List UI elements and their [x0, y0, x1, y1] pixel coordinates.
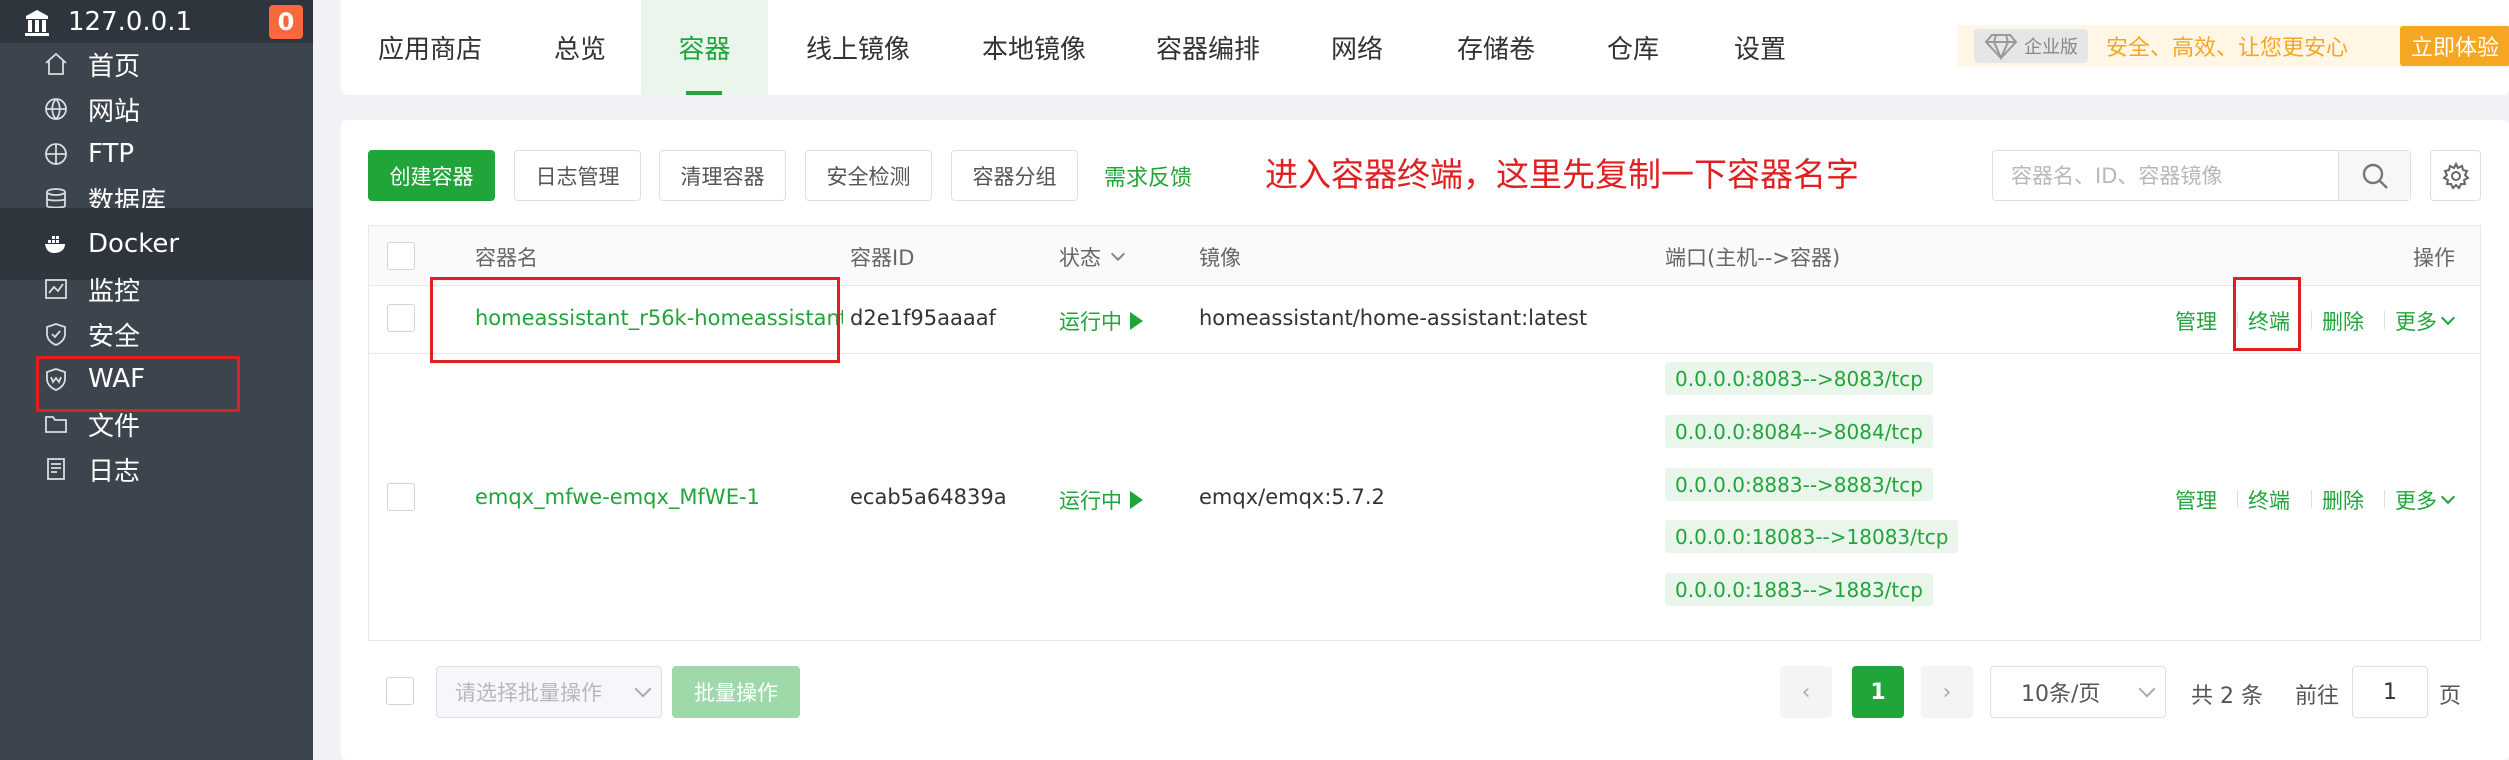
- header-ports: 端口(主机-->容器): [1665, 246, 1841, 270]
- manage-link[interactable]: 管理: [2175, 485, 2217, 515]
- goto-label: 前往: [2295, 684, 2340, 709]
- tab-registry[interactable]: 仓库: [1607, 0, 1659, 95]
- enterprise-chip-label: 企业版: [2024, 37, 2078, 58]
- more-label: 更多: [2395, 489, 2437, 513]
- sidebar: 127.0.0.1 0 首页 网站 FTP 数据库 Docker 监控 安全 W…: [0, 0, 313, 760]
- gear-icon: [2441, 161, 2470, 190]
- container-group-button[interactable]: 容器分组: [951, 150, 1078, 201]
- action-separator: [2311, 311, 2312, 329]
- port-mapping: 0.0.0.0:18083-->18083/tcp: [1665, 520, 1959, 553]
- row-checkbox[interactable]: [387, 483, 415, 511]
- header-image: 镜像: [1199, 246, 1241, 270]
- docker-highlight-box: [36, 356, 240, 412]
- port-mapping: 0.0.0.0:1883-->1883/tcp: [1665, 573, 1933, 606]
- create-container-button[interactable]: 创建容器: [368, 150, 495, 201]
- tab-local-images[interactable]: 本地镜像: [982, 0, 1086, 95]
- action-separator: [2237, 490, 2238, 508]
- page-size-select[interactable]: 10条/页: [1990, 666, 2166, 718]
- prev-page-button[interactable]: ‹: [1780, 666, 1832, 718]
- sidebar-item-label: 日志: [88, 456, 141, 487]
- goto-unit: 页: [2439, 684, 2462, 709]
- chevron-down-icon: [2440, 310, 2456, 326]
- container-name[interactable]: emqx_mfwe-emqx_MfWE-1: [475, 485, 760, 509]
- chevron-down-icon: [2440, 489, 2456, 505]
- bulk-action-placeholder: 请选择批量操作: [455, 681, 602, 705]
- security-scan-button[interactable]: 安全检测: [805, 150, 932, 201]
- more-label: 更多: [2395, 310, 2437, 334]
- status-label: 运行中: [1059, 489, 1122, 513]
- tab-volumes[interactable]: 存储卷: [1457, 0, 1535, 95]
- chevron-down-icon: [1110, 246, 1126, 262]
- header-status-label: 状态: [1059, 246, 1101, 270]
- top-nav: 应用商店 总览 容器 线上镜像 本地镜像 容器编排 网络 存储卷 仓库 设置 企…: [341, 0, 2509, 95]
- header-status[interactable]: 状态: [1059, 242, 1126, 272]
- clean-containers-button[interactable]: 清理容器: [659, 150, 786, 201]
- log-management-button[interactable]: 日志管理: [514, 150, 641, 201]
- container-id: ecab5a64839a: [850, 485, 1007, 509]
- row-checkbox[interactable]: [387, 304, 415, 332]
- bulk-action-button[interactable]: 批量操作: [672, 666, 800, 718]
- chevron-down-icon: [634, 680, 652, 698]
- terminal-link[interactable]: 终端: [2248, 485, 2290, 515]
- page-size-value: 10条/页: [2021, 682, 2101, 707]
- bulk-action-select[interactable]: 请选择批量操作: [436, 666, 662, 718]
- port-mapping: 0.0.0.0:8883-->8883/tcp: [1665, 468, 1933, 501]
- header-actions: 操作: [2413, 246, 2455, 270]
- chevron-down-icon: [2138, 680, 2156, 698]
- container-id: d2e1f95aaaaf: [850, 306, 996, 330]
- diamond-icon: [1984, 34, 2018, 60]
- enterprise-slogan: 安全、高效、让您更安心: [2106, 36, 2349, 61]
- container-image: homeassistant/home-assistant:latest: [1199, 306, 1588, 330]
- more-dropdown[interactable]: 更多: [2395, 306, 2456, 336]
- search-icon: [2362, 163, 2388, 189]
- header-name: 容器名: [475, 246, 538, 270]
- feedback-link[interactable]: 需求反馈: [1104, 160, 1192, 192]
- trial-button[interactable]: 立即体验: [2400, 26, 2509, 66]
- search-box: [1992, 150, 2411, 201]
- status-label: 运行中: [1059, 310, 1122, 334]
- tab-overview[interactable]: 总览: [554, 0, 606, 95]
- tab-containers[interactable]: 容器: [641, 0, 768, 95]
- settings-button[interactable]: [2430, 150, 2481, 201]
- tab-settings[interactable]: 设置: [1734, 0, 1786, 95]
- terminal-highlight-box: [2233, 277, 2301, 351]
- header-id: 容器ID: [850, 246, 915, 270]
- port-mapping: 0.0.0.0:8084-->8084/tcp: [1665, 415, 1933, 448]
- search-input[interactable]: [1993, 151, 2338, 200]
- footer-select-all-checkbox[interactable]: [386, 677, 414, 705]
- delete-link[interactable]: 删除: [2322, 485, 2364, 515]
- tab-network[interactable]: 网络: [1331, 0, 1383, 95]
- action-separator: [2311, 490, 2312, 508]
- annotation-text: 进入容器终端，这里先复制一下容器名字: [1265, 155, 1859, 194]
- next-page-button[interactable]: ›: [1921, 666, 1973, 718]
- sidebar-item-logs[interactable]: 日志: [0, 433, 313, 505]
- goto-page-input[interactable]: [2352, 666, 2428, 718]
- select-all-checkbox[interactable]: [387, 242, 415, 270]
- container-image: emqx/emqx:5.7.2: [1199, 485, 1385, 509]
- tab-app-store[interactable]: 应用商店: [378, 0, 482, 95]
- search-button[interactable]: [2338, 151, 2410, 200]
- delete-link[interactable]: 删除: [2322, 306, 2364, 336]
- page-1-button[interactable]: 1: [1852, 666, 1904, 718]
- action-separator: [2384, 490, 2385, 508]
- action-separator: [2384, 311, 2385, 329]
- port-mapping: 0.0.0.0:8083-->8083/tcp: [1665, 362, 1933, 395]
- container-status[interactable]: 运行中: [1059, 306, 1143, 336]
- tab-compose[interactable]: 容器编排: [1156, 0, 1260, 95]
- enterprise-banner: 企业版 安全、高效、让您更安心 立即体验: [1958, 25, 2509, 67]
- total-count: 共 2 条: [2191, 684, 2263, 709]
- more-dropdown[interactable]: 更多: [2395, 485, 2456, 515]
- play-icon: [1130, 312, 1143, 330]
- enterprise-chip: 企业版: [1974, 29, 2088, 63]
- container-name-highlight-box: [430, 277, 840, 363]
- tab-online-images[interactable]: 线上镜像: [806, 0, 910, 95]
- play-icon: [1130, 491, 1143, 509]
- manage-link[interactable]: 管理: [2175, 306, 2217, 336]
- container-status[interactable]: 运行中: [1059, 485, 1143, 515]
- log-icon: [42, 455, 70, 483]
- table-row: emqx_mfwe-emqx_MfWE-1 ecab5a64839a 运行中 e…: [369, 354, 2480, 642]
